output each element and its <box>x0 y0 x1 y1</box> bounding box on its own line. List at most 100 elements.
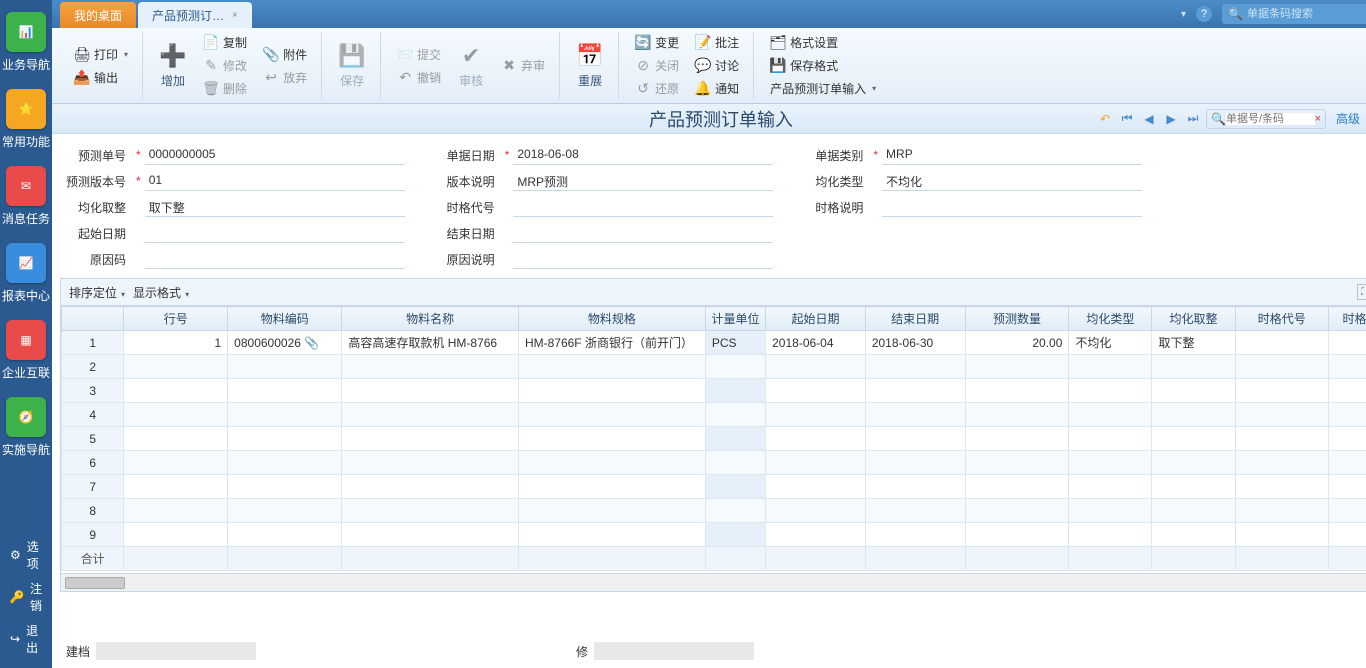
cell-mat-spec[interactable] <box>518 379 705 403</box>
cell-mat-name[interactable] <box>342 403 519 427</box>
cell-start[interactable] <box>766 499 866 523</box>
cell-avg-type[interactable] <box>1069 379 1152 403</box>
cell-end[interactable] <box>865 379 965 403</box>
table-row[interactable]: 2 <box>62 355 1366 379</box>
doc-search[interactable]: 🔍 × <box>1206 109 1326 129</box>
field-reason-desc[interactable] <box>513 249 773 269</box>
col-uom[interactable]: 计量单位 <box>705 307 765 331</box>
cell-mat-spec[interactable] <box>518 427 705 451</box>
field-order-type[interactable]: MRP <box>882 145 1142 165</box>
table-row[interactable]: 3 <box>62 379 1366 403</box>
cell-mat-code[interactable] <box>228 475 342 499</box>
cell-mat-spec[interactable] <box>518 355 705 379</box>
display-dropdown[interactable]: 显示格式▾ <box>133 284 189 301</box>
options-link[interactable]: ⚙选项 <box>0 534 52 576</box>
cell-mat-code[interactable] <box>228 403 342 427</box>
logout-link[interactable]: 🔑注销 <box>0 576 52 618</box>
audit-button[interactable]: ✔ 审核 <box>449 32 493 99</box>
cell-mat-name[interactable]: 高容高速存取款机 HM-8766 <box>342 331 519 355</box>
cell-uom[interactable] <box>705 355 765 379</box>
cell-time-desc[interactable] <box>1329 379 1366 403</box>
discard-button[interactable]: ↩放弃 <box>259 67 311 88</box>
cell-round[interactable] <box>1152 379 1235 403</box>
cell-start[interactable] <box>766 475 866 499</box>
restore-button[interactable]: ↺还原 <box>631 78 683 99</box>
sort-dropdown[interactable]: 排序定位▾ <box>69 284 125 301</box>
cell-mat-code[interactable] <box>228 427 342 451</box>
cell-qty[interactable] <box>965 475 1069 499</box>
table-row[interactable]: 110800600026 📎高容高速存取款机 HM-8766HM-8766F 浙… <box>62 331 1366 355</box>
cell-round[interactable]: 取下整 <box>1152 331 1235 355</box>
cell-mat-code[interactable] <box>228 451 342 475</box>
cell-time-code[interactable] <box>1235 499 1328 523</box>
cell-end[interactable] <box>865 499 965 523</box>
help-icon[interactable]: ? <box>1196 6 1212 22</box>
delete-button[interactable]: 🗑删除 <box>199 78 251 99</box>
notify-button[interactable]: 🔔通知 <box>691 78 743 99</box>
cell-mat-spec[interactable] <box>518 499 705 523</box>
sidebar-item-common[interactable]: ⭐ 常用功能 <box>0 81 52 158</box>
cell-time-desc[interactable] <box>1329 427 1366 451</box>
col-avg-type[interactable]: 均化类型 <box>1069 307 1152 331</box>
rebuild-button[interactable]: 📅 重展 <box>568 32 612 99</box>
field-order-no[interactable]: 0000000005 <box>145 145 405 165</box>
order-input-dropdown[interactable]: 产品预测订单输入▾ <box>766 78 880 99</box>
save-button[interactable]: 💾 保存 <box>330 32 374 99</box>
cell-time-code[interactable] <box>1235 451 1328 475</box>
cell-qty[interactable] <box>965 451 1069 475</box>
cell-mat-spec[interactable] <box>518 523 705 547</box>
table-row[interactable]: 6 <box>62 451 1366 475</box>
cell-time-desc[interactable] <box>1329 475 1366 499</box>
cell-no[interactable]: 1 <box>124 331 228 355</box>
cell-mat-code[interactable]: 0800600026 📎 <box>228 331 342 355</box>
exit-link[interactable]: ↪退出 <box>0 618 52 660</box>
cell-mat-name[interactable] <box>342 451 519 475</box>
cell-round[interactable] <box>1152 355 1235 379</box>
cell-mat-spec[interactable] <box>518 451 705 475</box>
cell-round[interactable] <box>1152 499 1235 523</box>
cell-mat-name[interactable] <box>342 427 519 451</box>
change-button[interactable]: 🔄变更 <box>631 32 683 53</box>
field-start-date[interactable] <box>145 223 405 243</box>
col-mat-name[interactable]: 物料名称 <box>342 307 519 331</box>
cell-time-code[interactable] <box>1235 379 1328 403</box>
cell-qty[interactable]: 20.00 <box>965 331 1069 355</box>
field-time-code[interactable] <box>513 197 773 217</box>
cell-round[interactable] <box>1152 427 1235 451</box>
cell-mat-code[interactable] <box>228 523 342 547</box>
cell-avg-type[interactable] <box>1069 523 1152 547</box>
cell-end[interactable] <box>865 427 965 451</box>
first-button[interactable]: ⏮ <box>1118 110 1136 128</box>
col-blank[interactable] <box>62 307 124 331</box>
cell-no[interactable] <box>124 451 228 475</box>
advanced-link[interactable]: 高级 <box>1336 110 1360 127</box>
cell-no[interactable] <box>124 379 228 403</box>
cell-time-desc[interactable] <box>1329 523 1366 547</box>
sidebar-item-biz-nav[interactable]: 📊 业务导航 <box>0 4 52 81</box>
table-row[interactable]: 5 <box>62 427 1366 451</box>
field-order-date[interactable]: 2018-06-08 <box>513 145 773 165</box>
cell-no[interactable] <box>124 427 228 451</box>
cell-end[interactable] <box>865 403 965 427</box>
cell-mat-spec[interactable] <box>518 475 705 499</box>
barcode-search-input[interactable] <box>1247 8 1366 20</box>
cell-start[interactable] <box>766 427 866 451</box>
cell-qty[interactable] <box>965 379 1069 403</box>
field-avg-type[interactable]: 不均化 <box>882 171 1142 191</box>
tab-desktop[interactable]: 我的桌面 <box>60 2 136 28</box>
cell-start[interactable] <box>766 451 866 475</box>
cell-no[interactable] <box>124 475 228 499</box>
col-time-desc[interactable]: 时格 <box>1329 307 1366 331</box>
cell-start[interactable] <box>766 403 866 427</box>
cell-qty[interactable] <box>965 523 1069 547</box>
sidebar-item-enterprise[interactable]: ▦ 企业互联 <box>0 312 52 389</box>
modify-button[interactable]: ✎修改 <box>199 55 251 76</box>
cell-end[interactable]: 2018-06-30 <box>865 331 965 355</box>
cell-time-code[interactable] <box>1235 331 1328 355</box>
submit-button[interactable]: 📨提交 <box>393 44 445 65</box>
cell-time-code[interactable] <box>1235 523 1328 547</box>
field-version-desc[interactable]: MRP预测 <box>513 171 773 191</box>
col-round[interactable]: 均化取整 <box>1152 307 1235 331</box>
cell-time-code[interactable] <box>1235 355 1328 379</box>
cell-mat-name[interactable] <box>342 475 519 499</box>
